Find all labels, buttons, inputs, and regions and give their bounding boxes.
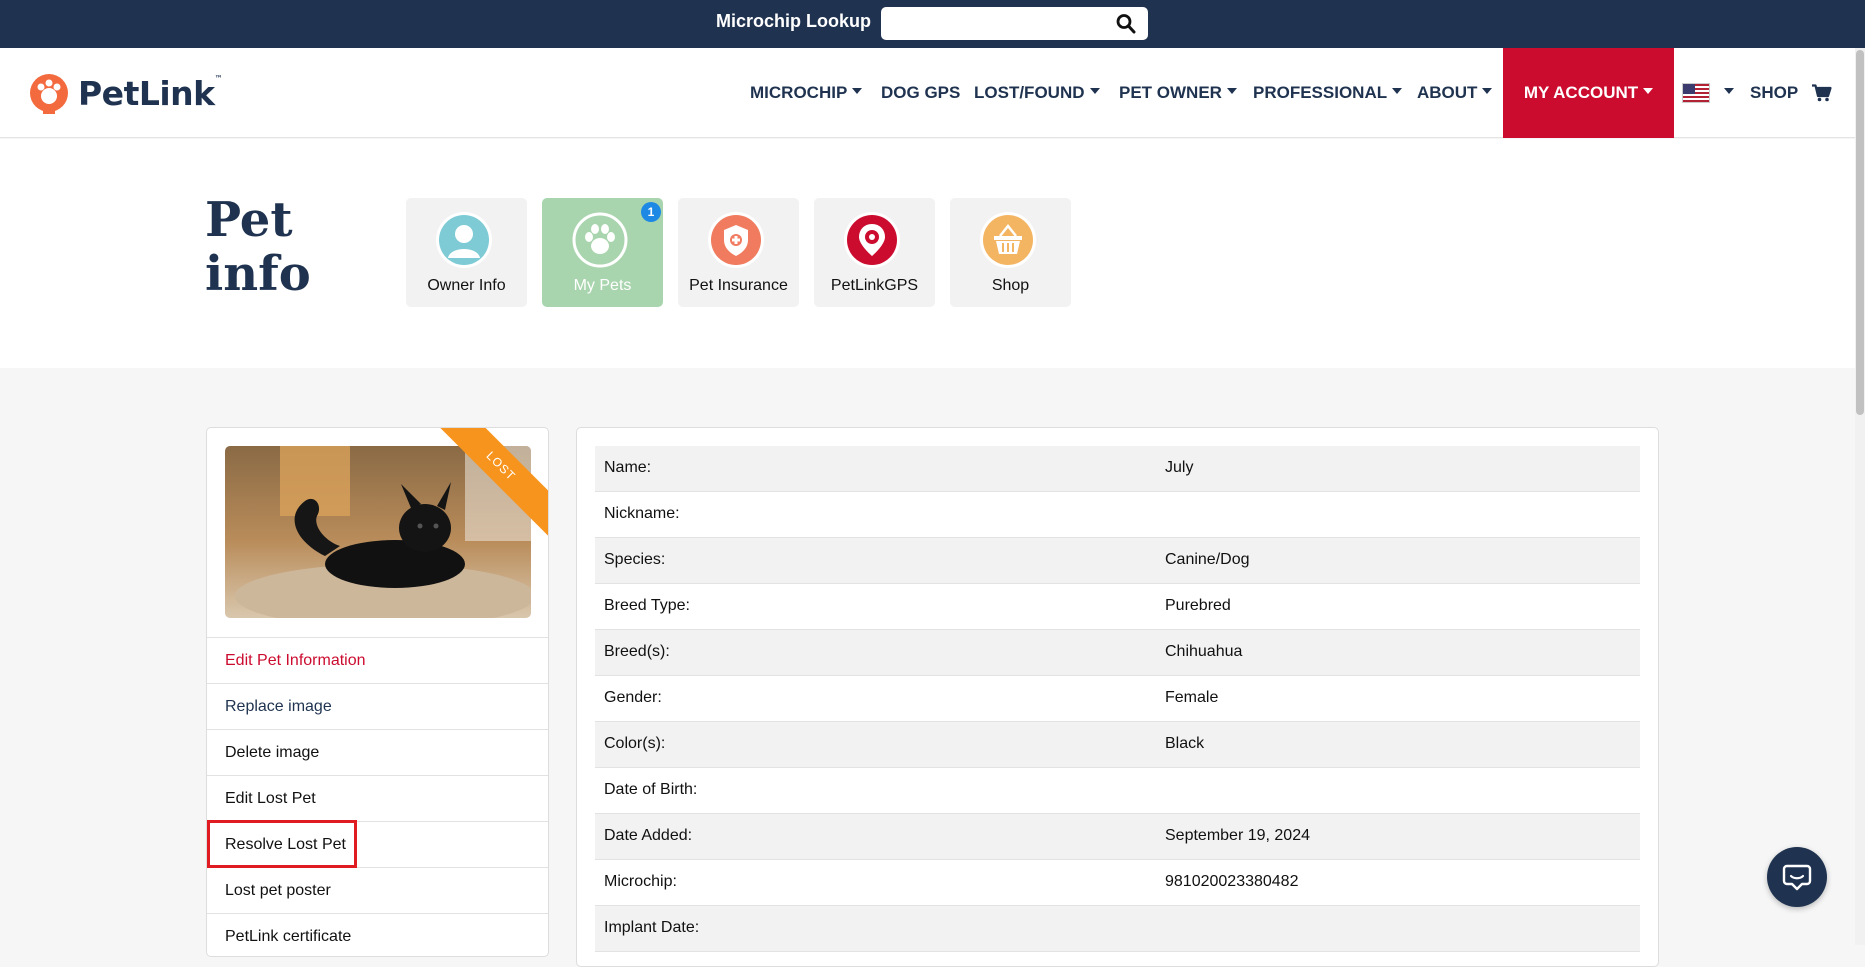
petlink-certificate-link[interactable]: PetLink certificate	[207, 913, 548, 956]
pets-count-badge: 1	[641, 202, 661, 222]
detail-row-colors: Color(s): Black	[595, 722, 1640, 768]
page-title: Pet info	[205, 192, 311, 302]
nav-microchip[interactable]: MICROCHIP	[750, 48, 863, 138]
logo-text: PetLink™	[78, 73, 223, 113]
pet-actions-card: LOST Edit Pet Information Replace image …	[206, 427, 549, 957]
pet-info-hero: Pet info Owner Info 1 My Pets Pet Insura…	[0, 139, 1865, 368]
petlink-logo-icon	[30, 74, 68, 114]
tile-label: My Pets	[573, 277, 632, 294]
edit-lost-pet-link[interactable]: Edit Lost Pet	[207, 775, 548, 821]
detail-row-date-added: Date Added: September 19, 2024	[595, 814, 1640, 860]
tile-label: PetLinkGPS	[830, 277, 919, 294]
microchip-lookup-label: Microchip Lookup	[716, 11, 871, 31]
tile-label: Shop	[991, 277, 1030, 294]
detail-row-breed-type: Breed Type: Purebred	[595, 584, 1640, 630]
detail-row-microchip: Microchip: 981020023380482	[595, 860, 1640, 906]
nav-my-account[interactable]: MY ACCOUNT	[1503, 48, 1674, 138]
shield-icon	[708, 212, 764, 268]
chevron-down-icon	[1226, 88, 1237, 94]
chevron-down-icon	[1724, 88, 1734, 94]
owner-avatar-icon	[436, 212, 492, 268]
edit-pet-information-link[interactable]: Edit Pet Information	[207, 637, 548, 683]
delete-image-link[interactable]: Delete image	[207, 729, 548, 775]
detail-row-breeds: Breed(s): Chihuahua	[595, 630, 1640, 676]
detail-row-name: Name: July	[595, 446, 1640, 492]
us-flag-icon	[1682, 83, 1710, 103]
chevron-down-icon	[1482, 88, 1493, 94]
lost-pet-poster-link[interactable]: Lost pet poster	[207, 867, 548, 913]
nav-shop[interactable]: SHOP	[1750, 48, 1798, 138]
nav-lost-found[interactable]: LOST/FOUND	[974, 48, 1100, 138]
microchip-search-input[interactable]	[881, 7, 1148, 40]
nav-professional[interactable]: PROFESSIONAL	[1253, 48, 1403, 138]
chevron-down-icon	[1089, 88, 1100, 94]
scrollbar-thumb[interactable]	[1856, 50, 1864, 415]
chevron-down-icon	[852, 88, 863, 94]
nav-about[interactable]: ABOUT	[1417, 48, 1493, 138]
tile-owner-info[interactable]: Owner Info	[406, 198, 527, 307]
tile-my-pets[interactable]: 1 My Pets	[542, 198, 663, 307]
nav-dog-gps[interactable]: DOG GPS	[881, 48, 960, 138]
replace-image-link[interactable]: Replace image	[207, 683, 548, 729]
petlink-logo[interactable]: PetLink™	[28, 70, 223, 116]
chat-bubble-icon[interactable]	[1767, 847, 1827, 907]
language-selector[interactable]	[1682, 48, 1734, 138]
main-header: PetLink™ MICROCHIP DOG GPS LOST/FOUND PE…	[0, 48, 1865, 138]
nav-pet-owner[interactable]: PET OWNER	[1119, 48, 1237, 138]
gps-pin-icon	[844, 212, 900, 268]
paw-icon	[572, 212, 628, 268]
detail-row-gender: Gender: Female	[595, 676, 1640, 722]
tile-petlink-gps[interactable]: PetLinkGPS	[814, 198, 935, 307]
cart-icon[interactable]	[1812, 48, 1832, 138]
detail-row-nickname: Nickname:	[595, 492, 1640, 538]
top-bar: Microchip Lookup	[0, 0, 1865, 48]
search-icon[interactable]	[1116, 13, 1136, 35]
pet-details-card: Name: July Nickname: Species: Canine/Dog B…	[576, 427, 1659, 967]
detail-row-implant-date: Implant Date:	[595, 906, 1640, 952]
tile-pet-insurance[interactable]: Pet Insurance	[678, 198, 799, 307]
chevron-down-icon	[1643, 88, 1654, 94]
page-scrollbar[interactable]	[1855, 48, 1865, 945]
chevron-down-icon	[1392, 88, 1403, 94]
basket-icon	[980, 212, 1036, 268]
tile-shop[interactable]: Shop	[950, 198, 1071, 307]
tile-label: Pet Insurance	[689, 277, 788, 294]
detail-row-species: Species: Canine/Dog	[595, 538, 1640, 584]
tile-label: Owner Info	[427, 277, 506, 294]
detail-row-date-of-birth: Date of Birth:	[595, 768, 1640, 814]
resolve-lost-pet-link[interactable]: Resolve Lost Pet	[207, 821, 548, 867]
